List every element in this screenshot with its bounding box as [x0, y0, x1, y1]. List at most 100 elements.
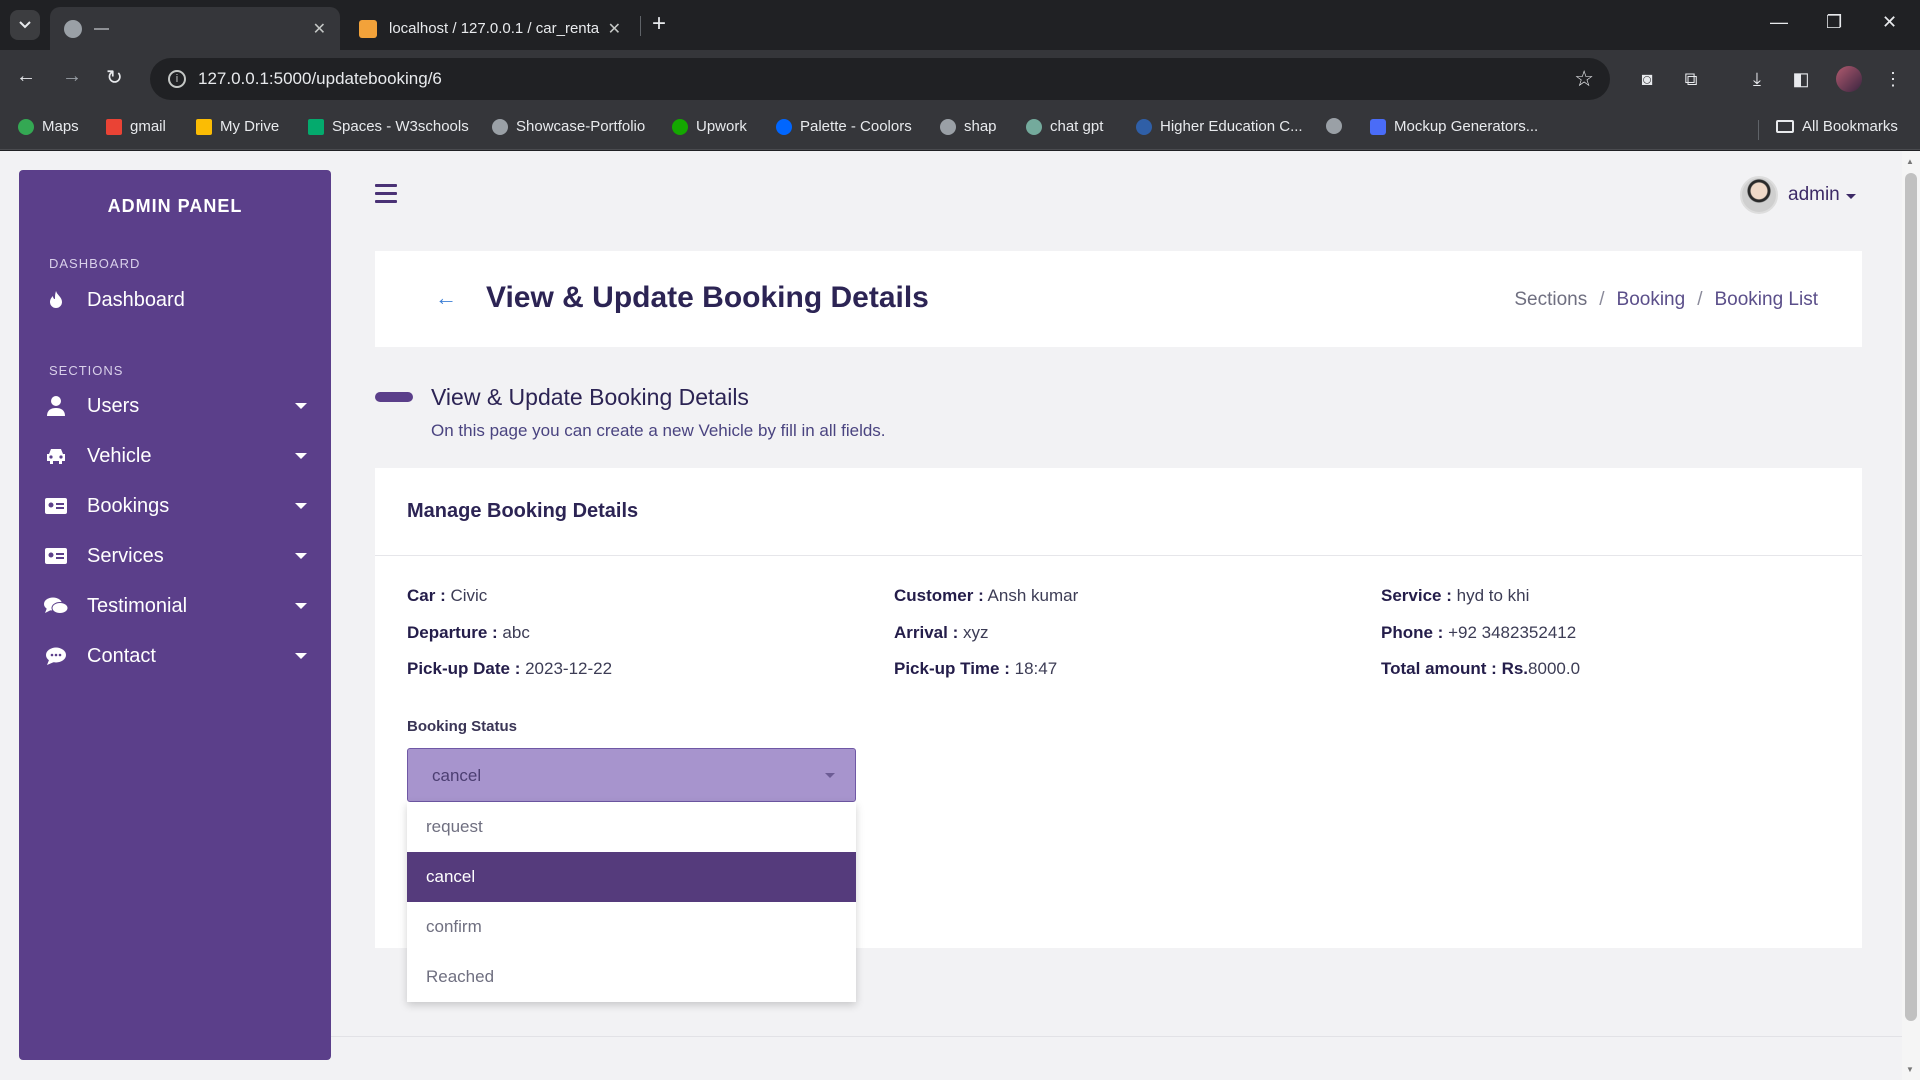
bookmark-my-drive[interactable]: My Drive [196, 118, 279, 135]
bookmark-gmail[interactable]: gmail [106, 118, 166, 135]
field-value: Civic [450, 586, 488, 605]
sidebar-item-dashboard[interactable]: Dashboard [19, 280, 331, 320]
sidebar-item-vehicle[interactable]: Vehicle [19, 436, 331, 476]
bookmark-higher-education[interactable]: Higher Education C... [1136, 118, 1303, 135]
browser-tab-bar: — ✕ localhost / 127.0.0.1 / car_rental ✕… [0, 0, 1920, 50]
more-menu-icon[interactable]: ⋮ [1880, 66, 1906, 92]
reload-icon[interactable]: ↻ [106, 65, 123, 90]
field-label: Pick-up Date : [407, 659, 521, 678]
bookmark-upwork[interactable]: Upwork [672, 118, 747, 135]
all-bookmarks-button[interactable]: All Bookmarks [1776, 118, 1898, 135]
section-title: View & Update Booking Details [431, 384, 749, 410]
status-option-confirm[interactable]: confirm [407, 902, 856, 952]
bookmark-coolors[interactable]: Palette - Coolors [776, 118, 912, 135]
bookmark-w3schools[interactable]: Spaces - W3schools [308, 118, 469, 135]
bookmark-mockup-generators[interactable]: Mockup Generators... [1370, 118, 1538, 135]
breadcrumb-booking-list[interactable]: Booking List [1714, 289, 1818, 311]
close-window-icon[interactable]: ✕ [1882, 12, 1897, 33]
new-tab-icon[interactable]: + [652, 10, 666, 38]
status-option-reached[interactable]: Reached [407, 952, 856, 1002]
status-option-cancel[interactable]: cancel [407, 852, 856, 902]
avatar [1740, 176, 1778, 214]
booking-status-label: Booking Status [407, 718, 518, 735]
profile-avatar[interactable] [1836, 66, 1862, 92]
caret-down-icon [1845, 193, 1856, 199]
sidebar-item-label: Contact [87, 644, 156, 667]
close-tab-icon[interactable]: ✕ [608, 19, 621, 39]
back-arrow-icon[interactable]: ← [435, 285, 457, 311]
bookmarks-bar: Maps gmail My Drive Spaces - W3schools S… [0, 108, 1920, 150]
breadcrumb: Sections / Booking / Booking List [1514, 289, 1818, 311]
field-label: Service : [1381, 586, 1452, 605]
close-tab-icon[interactable]: ✕ [313, 19, 326, 39]
field-total-amount: Total amount : Rs.8000.0 [1381, 659, 1580, 679]
sidebar: ADMIN PANEL DASHBOARD Dashboard SECTIONS… [19, 170, 331, 1060]
browser-toolbar: ← → ↻ i 127.0.0.1:5000/updatebooking/6 ☆… [0, 50, 1920, 108]
bookmark-label: gmail [130, 118, 166, 135]
scroll-down-icon[interactable]: ▼ [1906, 1065, 1914, 1074]
forward-icon[interactable]: → [62, 65, 82, 88]
dashboard-heading: DASHBOARD [49, 256, 141, 271]
caret-down-icon [295, 403, 307, 409]
tab-search-button[interactable] [10, 10, 40, 40]
bookmark-showcase-portfolio[interactable]: Showcase-Portfolio [492, 118, 645, 135]
bookmark-globe[interactable] [1326, 118, 1350, 134]
bookmark-star-icon[interactable]: ☆ [1574, 66, 1594, 92]
bookmark-chat-gpt[interactable]: chat gpt [1026, 118, 1103, 135]
breadcrumb-separator: / [1697, 289, 1703, 310]
maps-icon [18, 118, 34, 135]
sidebar-item-services[interactable]: Services [19, 536, 331, 576]
back-icon[interactable]: ← [16, 65, 36, 88]
page-scrollbar[interactable]: ▲ ▼ [1902, 151, 1920, 1080]
status-option-request[interactable]: request [407, 802, 856, 852]
breadcrumb-sections[interactable]: Sections [1514, 289, 1587, 311]
coolors-icon [776, 118, 792, 135]
booking-status-select[interactable]: cancel [407, 748, 856, 802]
mockup-icon [1370, 118, 1386, 135]
id-card-icon [43, 545, 69, 567]
bookmark-label: Palette - Coolors [800, 118, 912, 135]
side-panel-icon[interactable]: ◧ [1788, 66, 1814, 92]
sections-heading: SECTIONS [49, 363, 124, 378]
upwork-icon [672, 118, 688, 135]
page-viewport: ADMIN PANEL DASHBOARD Dashboard SECTIONS… [0, 151, 1920, 1080]
minimize-icon[interactable]: — [1770, 12, 1788, 33]
breadcrumb-booking[interactable]: Booking [1617, 289, 1686, 311]
gmail-icon [106, 118, 122, 135]
extensions-icon[interactable]: ⧉ [1678, 66, 1704, 92]
restore-icon[interactable]: ❐ [1826, 12, 1842, 33]
scroll-up-icon[interactable]: ▲ [1906, 157, 1914, 166]
field-value: hyd to khi [1456, 586, 1530, 605]
sidebar-item-contact[interactable]: Contact [19, 636, 331, 676]
bookmark-label: Mockup Generators... [1394, 118, 1539, 135]
address-bar[interactable]: i 127.0.0.1:5000/updatebooking/6 ☆ [150, 58, 1610, 100]
field-value: 8000.0 [1528, 659, 1581, 678]
tab-divider [640, 16, 641, 36]
sidebar-item-users[interactable]: Users [19, 386, 331, 426]
sidebar-item-bookings[interactable]: Bookings [19, 486, 331, 526]
caret-down-icon [825, 773, 835, 778]
download-icon[interactable]: ⤓ [1744, 66, 1770, 92]
browser-tab-active[interactable]: — ✕ [50, 7, 340, 50]
car-icon [43, 445, 69, 467]
user-menu[interactable]: admin [1740, 176, 1856, 214]
phpmyadmin-icon [359, 19, 377, 38]
shap-icon [940, 118, 956, 135]
footer-divider [331, 1036, 1902, 1037]
field-label: Phone : [1381, 623, 1444, 642]
camera-icon[interactable]: ◙ [1634, 66, 1660, 92]
browser-tab[interactable]: localhost / 127.0.0.1 / car_rental ✕ [345, 7, 635, 50]
menu-toggle-icon[interactable] [375, 184, 397, 208]
chevron-down-icon [19, 21, 31, 29]
site-info-icon[interactable]: i [168, 70, 186, 88]
scrollbar-thumb[interactable] [1905, 173, 1917, 1021]
w3schools-icon [308, 118, 324, 135]
folder-icon [1776, 120, 1794, 133]
sidebar-item-testimonial[interactable]: Testimonial [19, 586, 331, 626]
sidebar-item-label: Services [87, 544, 164, 567]
tab-title: — [94, 20, 109, 37]
field-departure: Departure : abc [407, 623, 530, 643]
bookmark-maps[interactable]: Maps [18, 118, 79, 135]
bookmark-shap[interactable]: shap [940, 118, 997, 135]
caret-down-icon [295, 653, 307, 659]
